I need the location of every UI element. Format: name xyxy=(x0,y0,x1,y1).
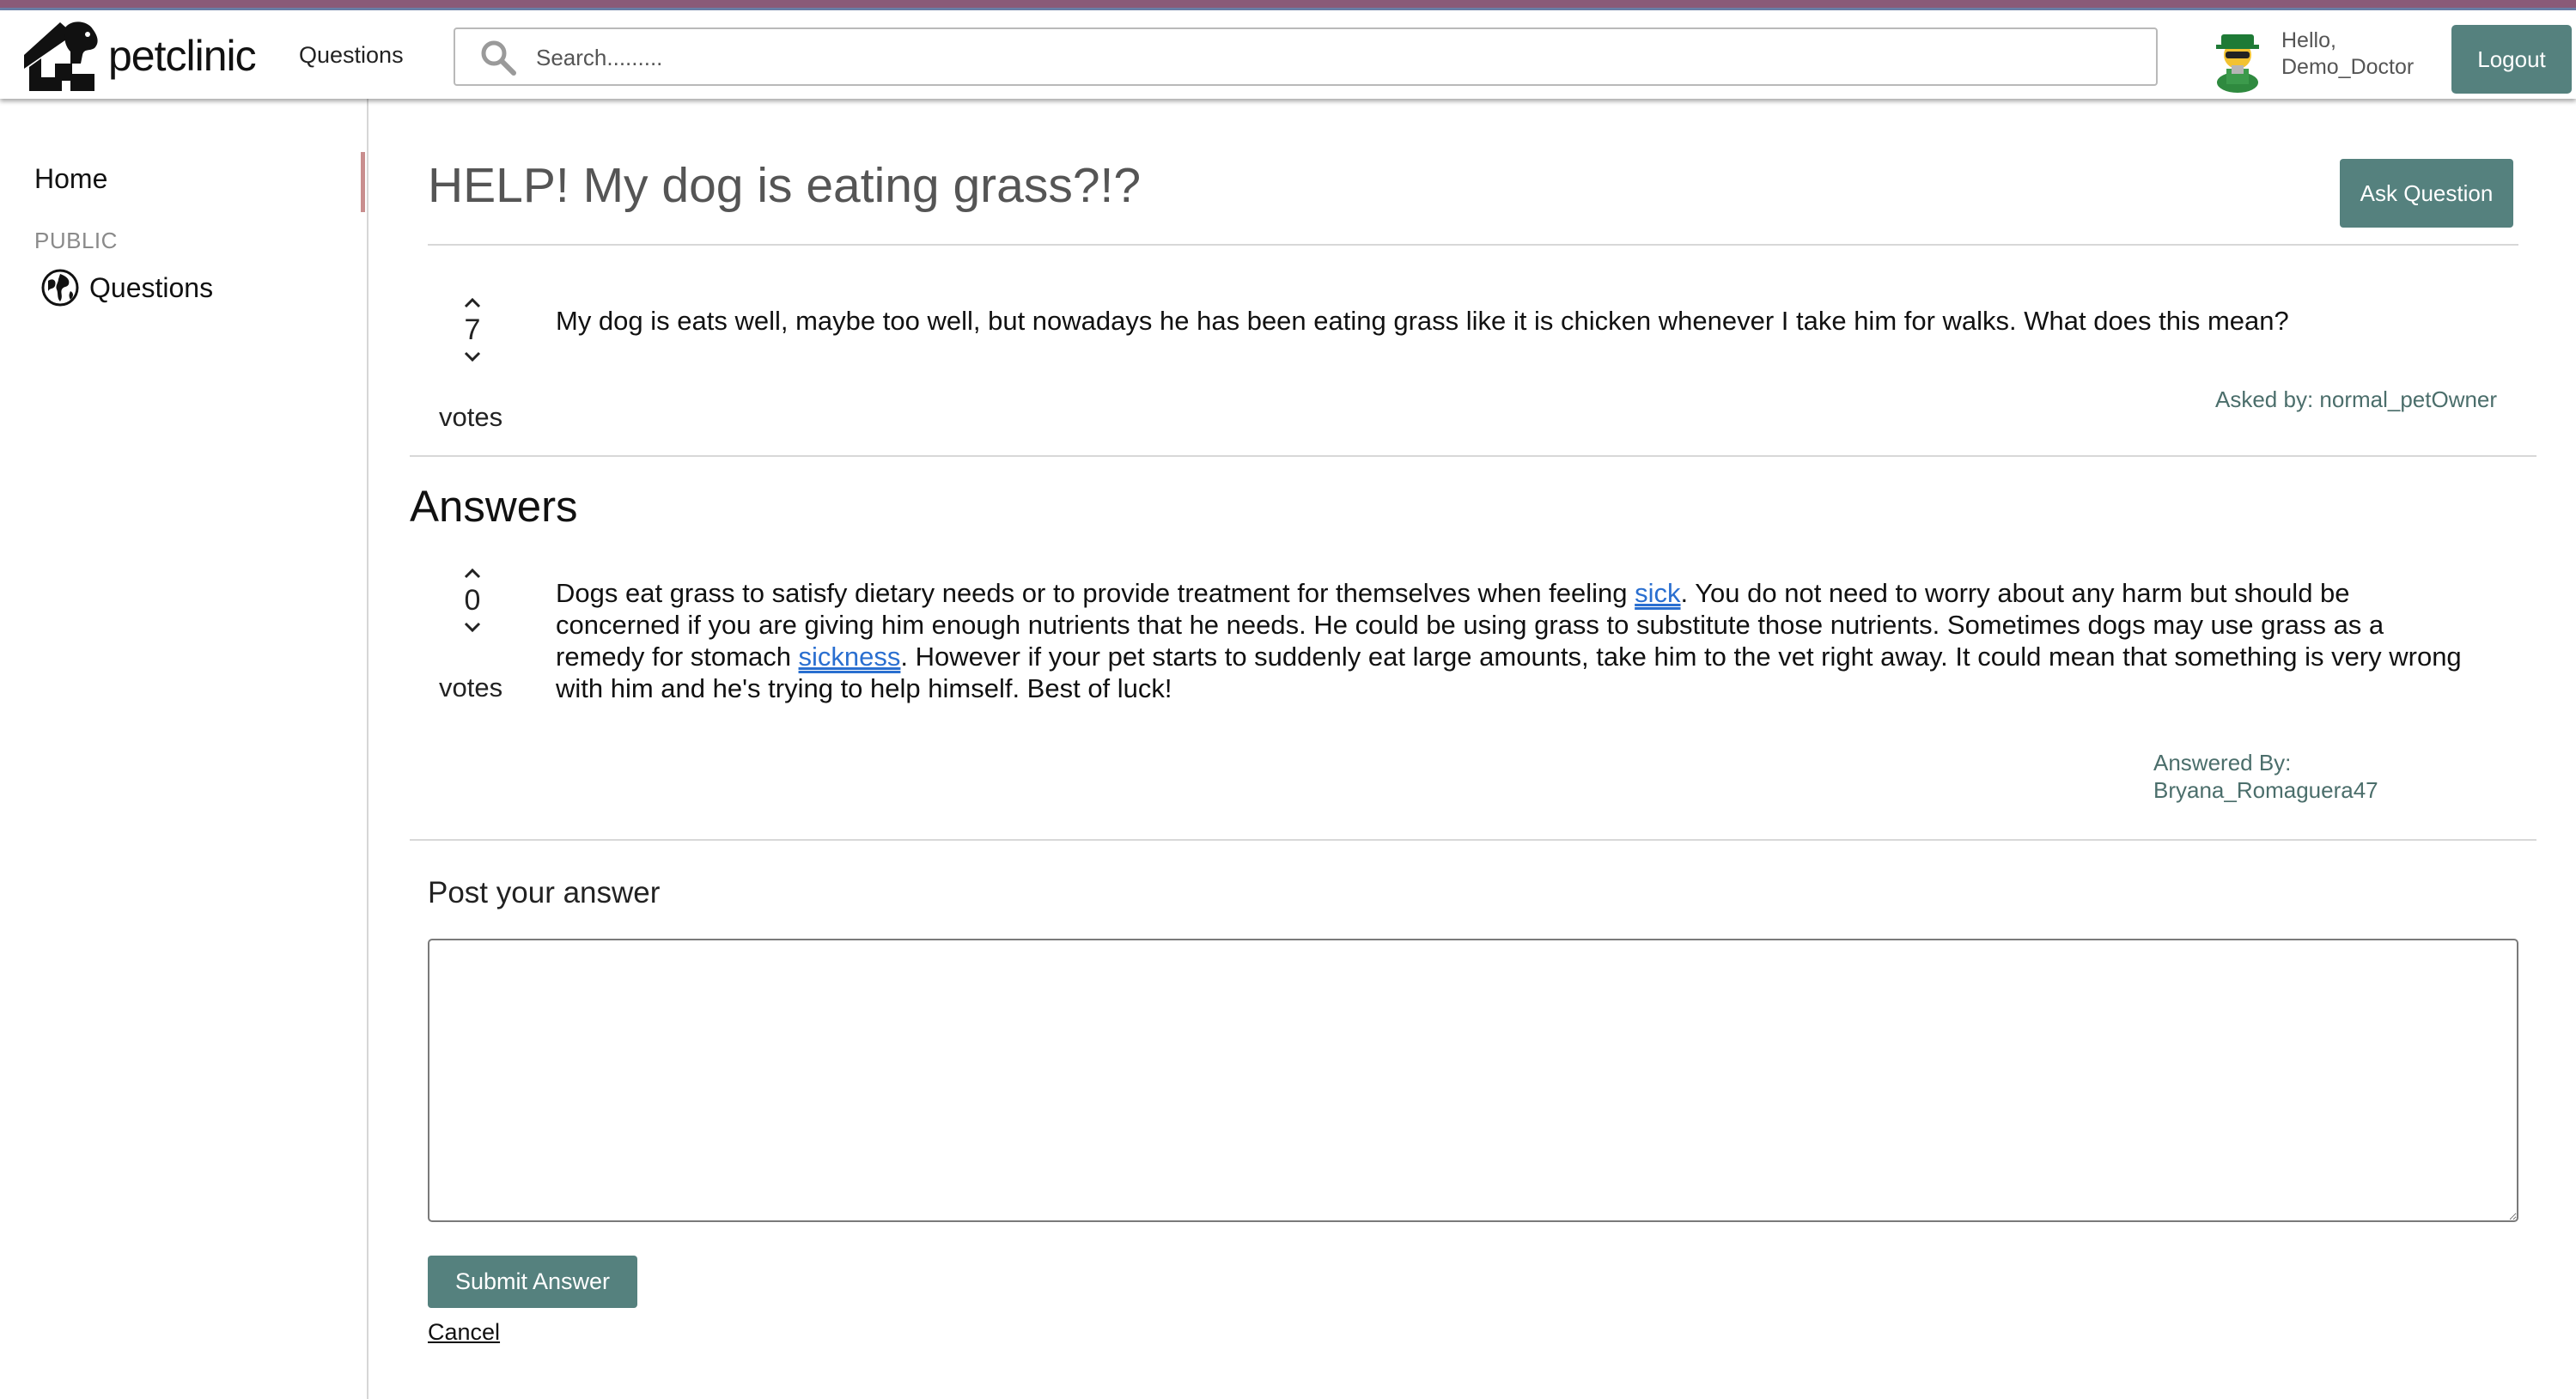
question-title: HELP! My dog is eating grass?!? xyxy=(428,158,1142,213)
sidebar-item-questions-label: Questions xyxy=(89,271,214,303)
answered-by: Answered By: Bryana_Romaguera47 xyxy=(2153,749,2378,804)
post-answer-heading: Post your answer xyxy=(428,876,661,909)
answer-text-part: Dogs eat grass to satisfy dietary needs … xyxy=(556,578,1635,608)
title-divider xyxy=(428,244,2518,246)
dog-house-logo-icon xyxy=(24,21,98,91)
question-body: My dog is eats well, maybe too well, but… xyxy=(556,306,2289,336)
nav-questions-link[interactable]: Questions xyxy=(299,42,404,69)
answer-vote-control: 0 xyxy=(434,563,511,637)
user-greeting: Hello, Demo_Doctor xyxy=(2281,27,2414,81)
keyword-link-sick[interactable]: sick xyxy=(1635,578,1680,608)
downvote-chevron-icon[interactable] xyxy=(458,348,487,367)
logout-button[interactable]: Logout xyxy=(2451,25,2572,94)
globe-icon xyxy=(41,269,79,307)
upvote-chevron-icon[interactable] xyxy=(458,563,487,582)
search-icon xyxy=(481,40,516,76)
greeting-username: Demo_Doctor xyxy=(2281,55,2415,79)
search-input[interactable] xyxy=(534,36,2135,79)
downvote-chevron-icon[interactable] xyxy=(458,618,487,637)
sidebar-item-questions[interactable]: Questions xyxy=(41,269,213,307)
asked-by: Asked by: normal_petOwner xyxy=(2215,386,2498,412)
answers-heading: Answers xyxy=(410,482,578,531)
top-navbar: petclinic Questions Hello, Demo_Doctor L… xyxy=(0,10,2576,99)
question-vote-control: 7 xyxy=(434,293,511,367)
upvote-chevron-icon[interactable] xyxy=(458,293,487,312)
brand-logo-link[interactable]: petclinic xyxy=(21,17,257,94)
cancel-link[interactable]: Cancel xyxy=(428,1319,500,1346)
sidebar-active-indicator xyxy=(361,152,365,212)
brand-name: petclinic xyxy=(108,32,257,80)
user-avatar-icon[interactable] xyxy=(2209,26,2266,93)
sidebar: Home PUBLIC Questions xyxy=(0,99,368,1399)
sidebar-section-public: PUBLIC xyxy=(34,228,118,253)
answered-by-label: Answered By: xyxy=(2153,750,2292,776)
search-bar[interactable] xyxy=(454,27,2158,86)
keyword-link-sickness[interactable]: sickness xyxy=(799,642,901,672)
question-votes-label: votes xyxy=(439,402,503,432)
answers-divider xyxy=(410,839,2536,841)
main-content: HELP! My dog is eating grass?!? Ask Ques… xyxy=(368,99,2576,1399)
answer-textarea[interactable] xyxy=(428,939,2518,1222)
ask-question-button[interactable]: Ask Question xyxy=(2340,159,2513,228)
top-accent-stripe xyxy=(0,0,2576,10)
sidebar-item-home[interactable]: Home xyxy=(34,163,107,195)
submit-answer-button[interactable]: Submit Answer xyxy=(428,1256,637,1308)
greeting-hello: Hello, xyxy=(2281,28,2336,52)
question-vote-count: 7 xyxy=(464,313,481,346)
answer-votes-label: votes xyxy=(439,672,503,703)
answer-vote-count: 0 xyxy=(464,584,481,617)
question-divider xyxy=(410,455,2536,457)
answered-by-user: Bryana_Romaguera47 xyxy=(2153,777,2378,803)
answer-body: Dogs eat grass to satisfy dietary needs … xyxy=(556,577,2471,704)
